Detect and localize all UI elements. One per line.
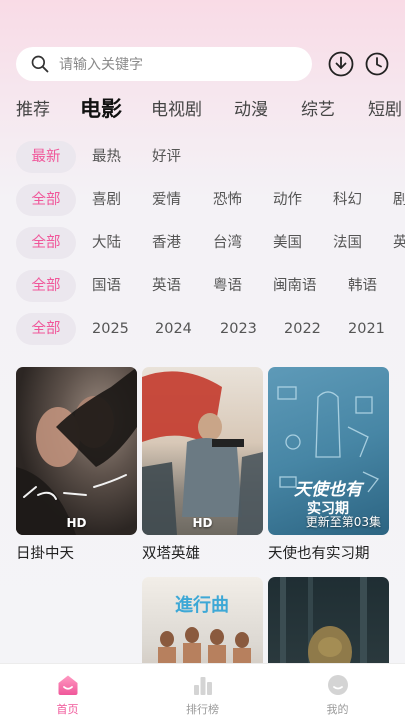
nav-ranking[interactable]: 排行榜 — [135, 664, 270, 720]
filter-chip[interactable]: 最热 — [92, 141, 121, 173]
movie-poster: 天使也有 实习期 更新至第03集 — [268, 367, 389, 535]
profile-face-icon — [327, 675, 348, 695]
download-icon[interactable] — [328, 51, 354, 77]
bottom-nav: 首页 排行榜 我的 — [0, 663, 405, 720]
filter-chip[interactable]: 香港 — [152, 227, 181, 259]
nav-profile-label: 我的 — [326, 703, 349, 716]
region-filter-row: 全部 大陆 香港 台湾 美国 法国 英 — [0, 227, 405, 259]
tab-short-drama[interactable]: 短剧 — [368, 96, 402, 124]
nav-home[interactable]: 首页 — [0, 664, 135, 720]
movie-card[interactable]: HD 日掛中天 — [16, 367, 137, 563]
ranking-bar-icon — [193, 677, 212, 695]
tab-movie[interactable]: 电影 — [80, 96, 122, 123]
filter-chip[interactable]: 剧 — [393, 184, 405, 216]
filter-chip[interactable]: 2024 — [155, 313, 192, 345]
language-filter-row: 全部 国语 英语 粤语 闽南语 韩语 — [0, 270, 405, 302]
filter-chip[interactable]: 恐怖 — [213, 184, 242, 216]
filter-chip[interactable]: 2023 — [220, 313, 257, 345]
episode-badge: 更新至第03集 — [305, 515, 381, 529]
filter-chip[interactable]: 爱情 — [152, 184, 181, 216]
tab-anime[interactable]: 动漫 — [234, 96, 268, 124]
filter-chip[interactable]: 好评 — [152, 141, 181, 173]
year-filter-row: 全部 2025 2024 2023 2022 2021 — [0, 313, 405, 345]
nav-profile[interactable]: 我的 — [270, 664, 405, 720]
filter-chip[interactable]: 全部 — [16, 184, 76, 216]
filter-chip[interactable]: 全部 — [16, 270, 76, 302]
search-placeholder: 请输入关键字 — [59, 57, 143, 73]
filter-chip[interactable]: 2021 — [348, 313, 385, 345]
filter-chip[interactable]: 全部 — [16, 227, 76, 259]
sort-filter-row: 最新 最热 好评 — [0, 141, 405, 173]
filter-chip[interactable]: 最新 — [16, 141, 76, 173]
search-icon — [31, 55, 49, 73]
movie-title: 天使也有实习期 — [268, 546, 370, 562]
movie-title: 双塔英雄 — [142, 546, 200, 562]
filter-chip[interactable]: 台湾 — [213, 227, 242, 259]
genre-filter-row: 全部 喜剧 爱情 恐怖 动作 科幻 剧 — [0, 184, 405, 216]
poster-art: 天使也有 实习期 — [277, 386, 380, 517]
svg-text:進行曲: 進行曲 — [175, 594, 229, 616]
poster-art — [142, 371, 263, 535]
poster-art — [16, 367, 137, 535]
poster-logo-text: 天使也有 — [294, 480, 365, 500]
filter-chip[interactable]: 英 — [393, 227, 405, 259]
filter-chip[interactable]: 闽南语 — [273, 270, 317, 302]
movie-poster: HD — [16, 367, 137, 535]
filter-chip[interactable]: 美国 — [273, 227, 302, 259]
nav-ranking-label: 排行榜 — [186, 703, 219, 716]
filter-chip[interactable]: 2022 — [284, 313, 321, 345]
tab-variety[interactable]: 综艺 — [301, 96, 335, 124]
filter-chip[interactable]: 国语 — [92, 270, 121, 302]
filter-chip[interactable]: 动作 — [273, 184, 302, 216]
tab-recommend[interactable]: 推荐 — [16, 96, 50, 124]
quality-badge: HD — [192, 516, 213, 530]
filter-chip[interactable]: 科幻 — [333, 184, 362, 216]
movie-poster: HD — [142, 367, 263, 535]
category-tabs: 推荐 电影 电视剧 动漫 综艺 短剧 — [0, 96, 405, 126]
filter-chip[interactable]: 法国 — [333, 227, 362, 259]
history-clock-icon[interactable] — [364, 51, 390, 77]
quality-badge: HD — [66, 516, 87, 530]
nav-home-label: 首页 — [56, 703, 79, 716]
filter-chip[interactable]: 韩语 — [348, 270, 377, 302]
filter-chip[interactable]: 2025 — [92, 313, 129, 345]
search-row: 请输入关键字 — [16, 47, 391, 81]
home-icon — [58, 675, 77, 695]
search-input[interactable]: 请输入关键字 — [16, 47, 312, 81]
filter-chip[interactable]: 粤语 — [213, 270, 242, 302]
movie-card[interactable]: HD 双塔英雄 — [142, 367, 263, 563]
movie-title: 日掛中天 — [16, 546, 74, 562]
filter-chip[interactable]: 全部 — [16, 313, 76, 345]
tab-tv-series[interactable]: 电视剧 — [151, 96, 202, 124]
movie-card[interactable]: 天使也有 实习期 更新至第03集 天使也有实习期 — [268, 367, 389, 563]
filter-chip[interactable]: 大陆 — [92, 227, 121, 259]
filter-chip[interactable]: 英语 — [152, 270, 181, 302]
filter-chip[interactable]: 喜剧 — [92, 184, 121, 216]
